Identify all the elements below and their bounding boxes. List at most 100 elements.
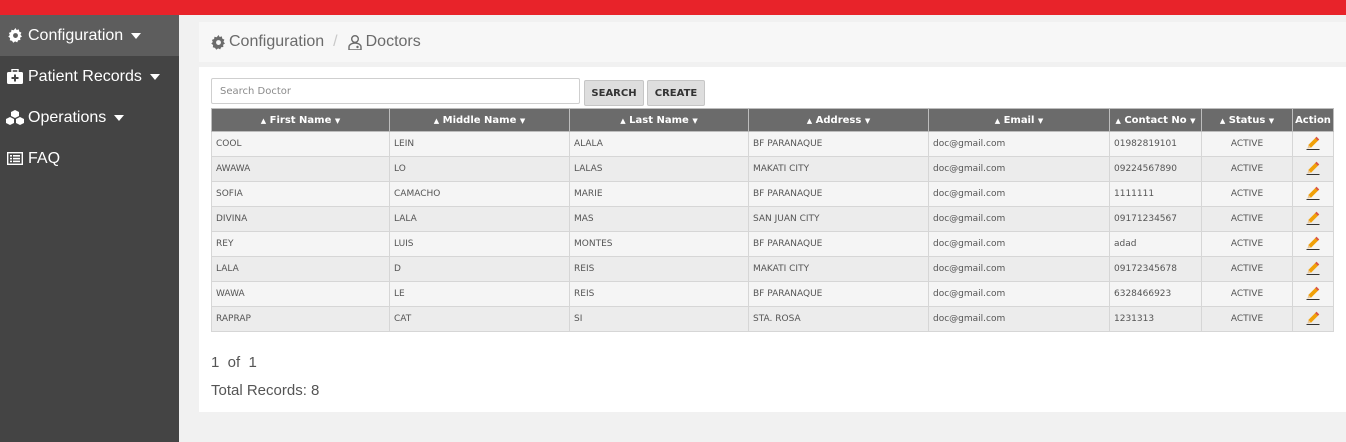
- sort-down-icon: ▼: [1037, 116, 1044, 125]
- cell-action: [1292, 131, 1334, 157]
- cell-address: MAKATI CITY: [748, 156, 929, 182]
- cell-contact-no: 09224567890: [1109, 156, 1202, 182]
- gear-icon: [6, 27, 24, 45]
- sidebar: Configuration Patient Records Operations…: [0, 15, 179, 442]
- cell-last-name: MARIE: [569, 181, 749, 207]
- column-header-middle-name[interactable]: ▲ Middle Name ▼: [389, 108, 570, 132]
- cell-middle-name: LE: [389, 281, 570, 307]
- cell-contact-no: 1231313: [1109, 306, 1202, 332]
- cell-contact-no: 09172345678: [1109, 256, 1202, 282]
- doctors-panel: SEARCH CREATE ▲ First Name ▼ ▲ Middle Na…: [199, 67, 1346, 412]
- cell-status: ACTIVE: [1201, 131, 1293, 157]
- cell-middle-name: CAT: [389, 306, 570, 332]
- cell-last-name: SI: [569, 306, 749, 332]
- caret-down-icon: [114, 114, 125, 121]
- user-md-icon: [347, 34, 363, 50]
- cell-address: BF PARANAQUE: [748, 181, 929, 207]
- cell-email: doc@gmail.com: [928, 156, 1110, 182]
- sidebar-item-configuration[interactable]: Configuration: [0, 15, 179, 56]
- search-button[interactable]: SEARCH: [584, 80, 644, 106]
- cell-contact-no: 6328466923: [1109, 281, 1202, 307]
- sidebar-item-label: Operations: [28, 108, 107, 126]
- main-content: Configuration / Doctors SEARCH CREATE ▲ …: [179, 15, 1346, 442]
- cell-email: doc@gmail.com: [928, 131, 1110, 157]
- cell-action: [1292, 231, 1334, 257]
- edit-pencil-icon[interactable]: [1306, 136, 1320, 153]
- cell-status: ACTIVE: [1201, 206, 1293, 232]
- cell-first-name: REY: [211, 231, 390, 257]
- caret-down-icon: [131, 32, 142, 39]
- cell-email: doc@gmail.com: [928, 206, 1110, 232]
- cell-status: ACTIVE: [1201, 256, 1293, 282]
- create-button[interactable]: CREATE: [647, 80, 705, 106]
- cell-address: SAN JUAN CITY: [748, 206, 929, 232]
- cell-last-name: MONTES: [569, 231, 749, 257]
- cell-address: BF PARANAQUE: [748, 281, 929, 307]
- table-row: LALA D REIS MAKATI CITY doc@gmail.com 0917234…: [211, 256, 1334, 282]
- cell-first-name: LALA: [211, 256, 390, 282]
- cell-address: MAKATI CITY: [748, 256, 929, 282]
- cell-status: ACTIVE: [1201, 306, 1293, 332]
- column-header-status[interactable]: ▲ Status ▼: [1201, 108, 1293, 132]
- cell-first-name: RAPRAP: [211, 306, 390, 332]
- list-icon: [6, 150, 24, 168]
- cell-status: ACTIVE: [1201, 181, 1293, 207]
- cell-middle-name: D: [389, 256, 570, 282]
- cell-contact-no: 09171234567: [1109, 206, 1202, 232]
- edit-pencil-icon[interactable]: [1306, 261, 1320, 278]
- cell-action: [1292, 181, 1334, 207]
- sidebar-item-label: FAQ: [28, 149, 61, 167]
- edit-pencil-icon[interactable]: [1306, 236, 1320, 253]
- cell-address: BF PARANAQUE: [748, 131, 929, 157]
- column-header-address[interactable]: ▲ Address ▼: [748, 108, 929, 132]
- sidebar-item-patient-records[interactable]: Patient Records: [0, 56, 179, 97]
- cell-email: doc@gmail.com: [928, 231, 1110, 257]
- column-header-contact-no[interactable]: ▲ Contact No ▼: [1109, 108, 1202, 132]
- edit-pencil-icon[interactable]: [1306, 211, 1320, 228]
- cell-address: STA. ROSA: [748, 306, 929, 332]
- cell-middle-name: CAMACHO: [389, 181, 570, 207]
- sidebar-item-label: Configuration: [28, 26, 124, 44]
- table-row: AWAWA LO LALAS MAKATI CITY doc@gmail.com 0922…: [211, 156, 1334, 182]
- cell-contact-no: adad: [1109, 231, 1202, 257]
- doctors-table: ▲ First Name ▼ ▲ Middle Name ▼ ▲ Last Na…: [211, 108, 1334, 332]
- table-row: REY LUIS MONTES BF PARANAQUE doc@gmail.com ad…: [211, 231, 1334, 257]
- cell-first-name: COOL: [211, 131, 390, 157]
- search-input[interactable]: [211, 78, 580, 104]
- column-header-first-name[interactable]: ▲ First Name ▼: [211, 108, 390, 132]
- cell-status: ACTIVE: [1201, 281, 1293, 307]
- breadcrumb-separator: /: [333, 33, 338, 50]
- cell-last-name: LALAS: [569, 156, 749, 182]
- sidebar-item-operations[interactable]: Operations: [0, 97, 179, 138]
- sidebar-item-faq[interactable]: FAQ: [0, 138, 179, 179]
- table-row: WAWA LE REIS BF PARANAQUE doc@gmail.com 63284…: [211, 281, 1334, 307]
- table-row: DIVINA LALA MAS SAN JUAN CITY doc@gmail.com 0…: [211, 206, 1334, 232]
- edit-pencil-icon[interactable]: [1306, 186, 1320, 203]
- table-row: SOFIA CAMACHO MARIE BF PARANAQUE doc@gmail.c…: [211, 181, 1334, 207]
- medkit-icon: [6, 68, 24, 86]
- table-header-row: ▲ First Name ▼ ▲ Middle Name ▼ ▲ Last Na…: [211, 108, 1334, 132]
- cell-action: [1292, 156, 1334, 182]
- caret-down-icon: [149, 73, 160, 80]
- cell-first-name: WAWA: [211, 281, 390, 307]
- sort-up-icon: ▲: [806, 116, 813, 125]
- sort-up-icon: ▲: [620, 116, 626, 125]
- column-header-email[interactable]: ▲ Email ▼: [928, 108, 1110, 132]
- cell-contact-no: 01982819101: [1109, 131, 1202, 157]
- gear-icon: [210, 34, 226, 50]
- sort-down-icon: ▼: [692, 116, 698, 125]
- cell-first-name: AWAWA: [211, 156, 390, 182]
- edit-pencil-icon[interactable]: [1306, 311, 1320, 328]
- table-row: RAPRAP CAT SI STA. ROSA doc@gmail.com 1231313…: [211, 306, 1334, 332]
- edit-pencil-icon[interactable]: [1306, 286, 1320, 303]
- cell-middle-name: LEIN: [389, 131, 570, 157]
- sort-up-icon: ▲: [433, 116, 440, 125]
- edit-pencil-icon[interactable]: [1306, 161, 1320, 178]
- cubes-icon: [6, 109, 24, 127]
- breadcrumb: Configuration / Doctors: [199, 22, 1346, 62]
- total-records: Total Records: 8: [211, 382, 320, 399]
- column-header-action: Action: [1292, 108, 1334, 132]
- pagination-text: 1 of 1: [211, 354, 257, 371]
- column-header-last-name[interactable]: ▲ Last Name ▼: [569, 108, 749, 132]
- breadcrumb-root[interactable]: Configuration: [229, 33, 324, 51]
